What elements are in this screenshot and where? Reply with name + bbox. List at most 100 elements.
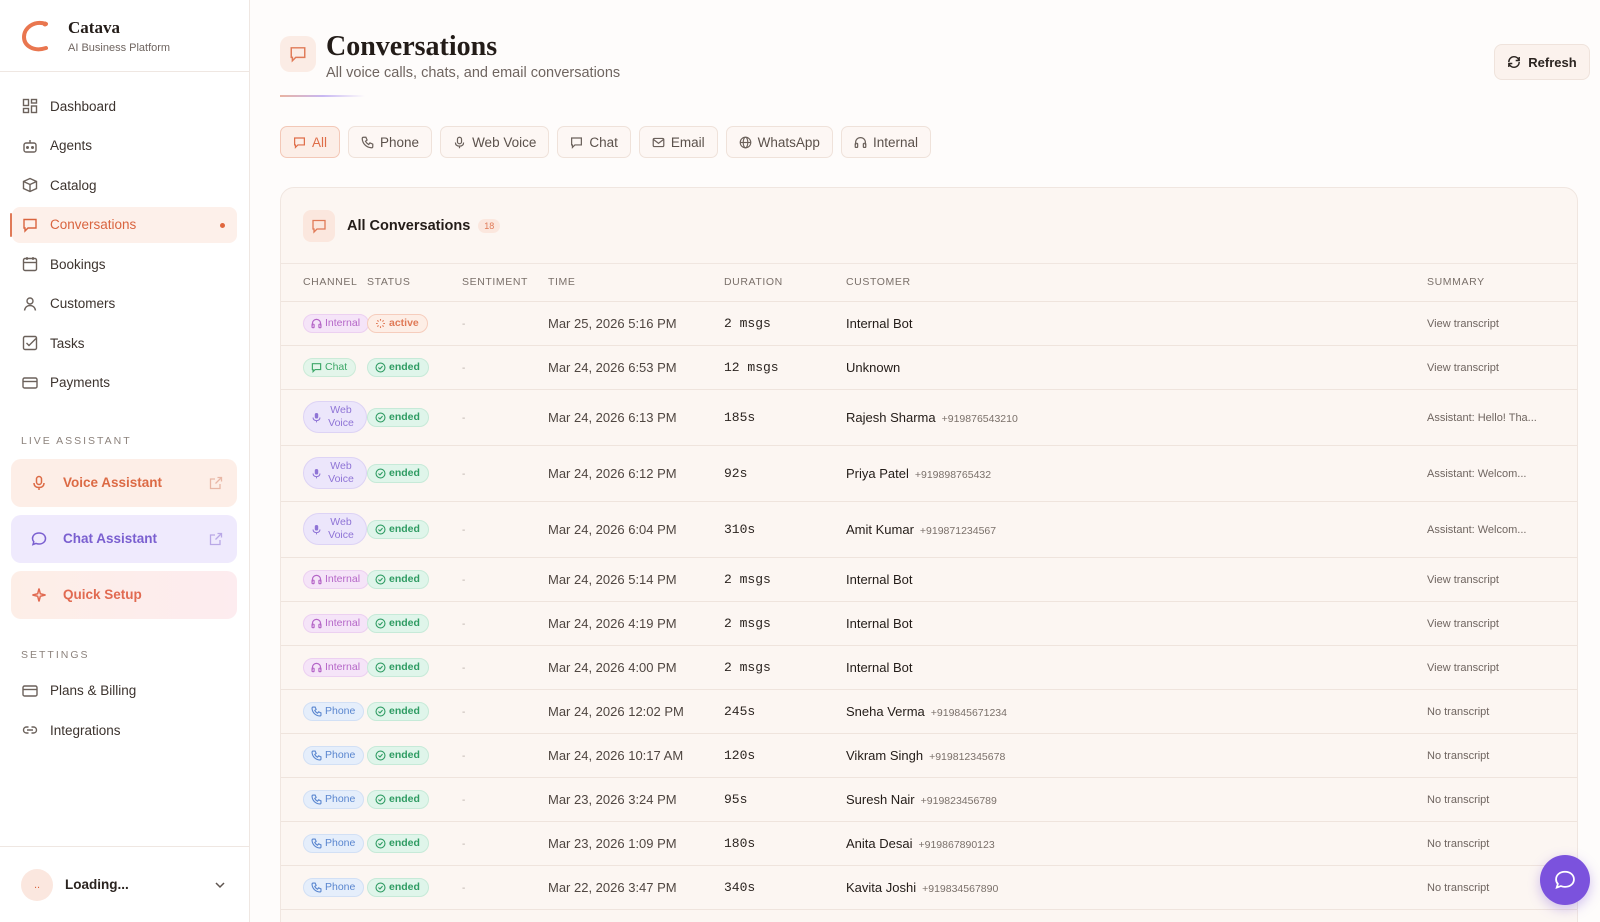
message-icon: [22, 217, 38, 233]
duration-cell: 12 msgs: [724, 345, 846, 390]
channel-badge[interactable]: Phone: [303, 833, 365, 853]
channel-badge[interactable]: Phone: [303, 877, 365, 897]
settings-nav: Plans & Billing Integrations: [0, 673, 249, 749]
status-cell: ended: [367, 445, 462, 502]
channel-badge[interactable]: Internal: [303, 569, 370, 589]
customer-name: Suresh Nair: [846, 791, 915, 807]
channel-badge[interactable]: Phone: [303, 701, 365, 721]
channel-badge[interactable]: Internal: [303, 313, 370, 333]
channel-badge[interactable]: Phone: [303, 745, 365, 765]
count-badge: 18: [478, 218, 501, 233]
summary-link[interactable]: View transcript: [1427, 618, 1499, 630]
channel-badge[interactable]: Chat: [303, 357, 357, 377]
checkbox-icon: [22, 335, 38, 351]
summary-cell: No transcript: [1427, 689, 1577, 734]
summary-link[interactable]: View transcript: [1427, 318, 1499, 330]
channel-badge[interactable]: Phone: [303, 789, 365, 809]
calendar-icon: [22, 256, 38, 272]
column-header-sentiment[interactable]: SENTIMENT: [462, 264, 548, 302]
duration-cell: 2 msgs: [724, 645, 846, 690]
channel-label: Web Voice: [328, 516, 354, 541]
time-cell: Mar 24, 2026 10:17 AM: [548, 733, 724, 778]
summary-link[interactable]: Assistant: Hello! Tha...: [1427, 412, 1537, 424]
check-circle-icon: [375, 837, 386, 849]
summary-link[interactable]: Assistant: Welcom...: [1427, 524, 1526, 536]
summary-link[interactable]: View transcript: [1427, 362, 1499, 374]
chat-assistant-button[interactable]: Chat Assistant: [11, 514, 237, 563]
table-row[interactable]: Chat ended - Mar 24, 2026 6:53 PM 12 msgs Unk…: [281, 345, 1577, 390]
summary-cell: View transcript: [1427, 645, 1577, 690]
summary-link[interactable]: Assistant: Welcom...: [1427, 468, 1526, 480]
table-row[interactable]: Web Voice ended - Mar 24, 2026 6:12 PM 92s Pr…: [281, 445, 1577, 502]
channel-label: Phone: [325, 837, 356, 849]
time-value: Mar 25, 2026 5:16 PM: [548, 315, 677, 331]
summary-link[interactable]: No transcript: [1427, 706, 1489, 718]
summary-link[interactable]: No transcript: [1427, 794, 1489, 806]
sidebar-item-agents[interactable]: Agents: [12, 128, 237, 164]
customer-name: Sneha Verma: [846, 703, 925, 719]
sentiment-value: -: [462, 707, 466, 718]
voice-assistant-button[interactable]: Voice Assistant: [11, 458, 237, 507]
filter-internal[interactable]: Internal: [840, 126, 931, 158]
filter-email[interactable]: Email: [638, 126, 718, 158]
quick-setup-label: Quick Setup: [63, 587, 142, 602]
column-header-status[interactable]: STATUS: [367, 264, 462, 302]
refresh-button[interactable]: Refresh: [1494, 44, 1590, 80]
table-row[interactable]: Internal ended - Mar 24, 2026 5:14 PM 2 msgs…: [281, 557, 1577, 602]
filter-web-voice[interactable]: Web Voice: [440, 126, 550, 158]
summary-link[interactable]: View transcript: [1427, 574, 1499, 586]
table-row[interactable]: Phone ended - Mar 23, 2026 3:24 PM 95s Suresh…: [281, 777, 1577, 822]
sidebar-item-dashboard[interactable]: Dashboard: [12, 88, 237, 124]
table-row[interactable]: Phone ended - Mar 24, 2026 12:02 PM 245s Sneh…: [281, 689, 1577, 734]
column-header-channel[interactable]: CHANNEL: [281, 264, 367, 302]
quick-setup-button[interactable]: Quick Setup: [11, 570, 237, 619]
customer-phone: +919898765432: [914, 468, 992, 481]
sidebar-item-integrations[interactable]: Integrations: [12, 712, 237, 748]
sidebar-item-plans-billing[interactable]: Plans & Billing: [12, 673, 237, 709]
column-header-duration[interactable]: DURATION: [724, 264, 846, 302]
column-header-customer[interactable]: CUSTOMER: [846, 264, 1427, 302]
channel-badge[interactable]: Internal: [303, 613, 370, 633]
filter-whatsapp[interactable]: WhatsApp: [725, 126, 833, 158]
table-row[interactable]: Phone ended - Mar 23, 2026 1:09 PM 180s Anita…: [281, 821, 1577, 866]
channel-filters: All Phone Web Voice Chat Email WhatsApp …: [280, 126, 939, 158]
sidebar-item-conversations[interactable]: Conversations: [10, 206, 237, 243]
table-row[interactable]: Phone ended - Mar 22, 2026 3:47 PM 340s Kavit…: [281, 865, 1577, 910]
summary-cell: Assistant: Welcom...: [1427, 445, 1577, 502]
channel-label: Phone: [325, 881, 356, 893]
check-circle-icon: [375, 705, 386, 717]
table-row[interactable]: Internal ended - Mar 24, 2026 4:19 PM 2 msgs…: [281, 601, 1577, 646]
sidebar-item-catalog[interactable]: Catalog: [12, 167, 237, 203]
table-row[interactable]: Web Voice ended - Mar 24, 2026 6:13 PM 185s R…: [281, 389, 1577, 446]
customer-name: Internal Bot: [846, 659, 913, 675]
microphone-icon: [312, 468, 323, 479]
sidebar-item-tasks[interactable]: Tasks: [12, 325, 237, 361]
channel-badge[interactable]: Web Voice: [303, 401, 367, 433]
channel-badge[interactable]: Internal: [303, 657, 370, 677]
chat-fab-button[interactable]: [1540, 855, 1590, 905]
brand[interactable]: Catava AI Business Platform: [0, 0, 249, 72]
summary-link[interactable]: No transcript: [1427, 882, 1489, 894]
summary-link[interactable]: View transcript: [1427, 662, 1499, 674]
message-icon: [280, 36, 316, 72]
table-row[interactable]: Internal ended - Mar 24, 2026 4:00 PM 2 msgs…: [281, 645, 1577, 690]
filter-phone[interactable]: Phone: [348, 126, 433, 158]
status-cell: ended: [367, 601, 462, 646]
filter-all[interactable]: All: [280, 126, 341, 158]
sidebar-item-customers[interactable]: Customers: [12, 286, 237, 322]
table-row[interactable]: Web Voice ended - Mar 24, 2026 6:04 PM 310s A…: [281, 501, 1577, 558]
phone-icon: [311, 705, 322, 717]
table-row[interactable]: Internal active - Mar 25, 2026 5:16 PM 2 msg…: [281, 301, 1577, 346]
summary-link[interactable]: No transcript: [1427, 750, 1489, 762]
channel-badge[interactable]: Web Voice: [303, 457, 367, 489]
summary-link[interactable]: No transcript: [1427, 838, 1489, 850]
filter-chat[interactable]: Chat: [557, 126, 631, 158]
sidebar-item-payments[interactable]: Payments: [12, 365, 237, 401]
sidebar-item-bookings[interactable]: Bookings: [12, 246, 237, 282]
customer-name: Unknown: [846, 359, 901, 375]
channel-badge[interactable]: Web Voice: [303, 513, 367, 545]
column-header-summary[interactable]: SUMMARY: [1427, 264, 1577, 302]
user-menu[interactable]: .. Loading...: [0, 846, 249, 922]
column-header-time[interactable]: TIME: [548, 264, 724, 302]
table-row[interactable]: Phone ended - Mar 24, 2026 10:17 AM 120s Vikr…: [281, 733, 1577, 778]
